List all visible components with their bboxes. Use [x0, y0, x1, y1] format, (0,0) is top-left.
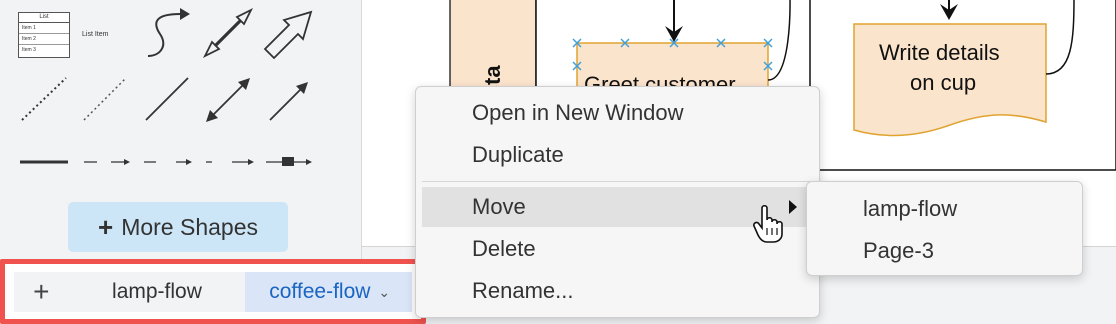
curved-arrow-shape[interactable]	[147, 8, 190, 57]
plus-icon: +	[98, 211, 114, 242]
dotted-line-shape[interactable]	[21, 77, 67, 121]
directional-arrow-shape[interactable]	[269, 82, 308, 121]
menu-rename[interactable]: Rename...	[422, 271, 813, 311]
page-context-menu: Open in New Window Duplicate Move Delete…	[415, 86, 820, 318]
shape-gallery	[20, 7, 313, 166]
menu-open-in-new-window[interactable]: Open in New Window	[422, 93, 813, 133]
more-shapes-button[interactable]: + More Shapes	[68, 202, 288, 252]
dotted-line-thin-shape[interactable]	[83, 77, 127, 121]
add-page-icon[interactable]: +	[14, 272, 69, 312]
submenu-item-lamp-flow[interactable]: lamp-flow	[863, 196, 957, 222]
labeled-connector-shape[interactable]	[84, 158, 130, 165]
line-shape[interactable]	[145, 77, 189, 121]
write-details-line2: on cup	[910, 70, 976, 95]
bidirectional-arrow-shape[interactable]	[206, 78, 250, 122]
menu-divider	[422, 181, 813, 182]
hand-cursor-icon	[753, 204, 783, 243]
tab-coffee-flow-label: coffee-flow	[269, 280, 371, 303]
submenu-arrow-icon	[789, 200, 797, 214]
move-submenu: lamp-flow Page-3	[806, 181, 1083, 276]
labeled-connector-2-shape[interactable]	[144, 158, 192, 165]
page-tabs-bar: + lamp-flow coffee-flow ⌄	[0, 259, 426, 324]
menu-duplicate[interactable]: Duplicate	[422, 135, 813, 175]
tab-lamp-flow[interactable]: lamp-flow	[69, 272, 246, 312]
tab-coffee-flow[interactable]: coffee-flow ⌄	[245, 272, 413, 312]
more-shapes-label: More Shapes	[121, 213, 258, 240]
message-connector-shape[interactable]	[266, 157, 312, 166]
chevron-down-icon[interactable]: ⌄	[378, 272, 390, 312]
double-arrow-shape[interactable]	[202, 7, 254, 59]
labeled-connector-3-shape[interactable]	[206, 158, 254, 165]
menu-move-label: Move	[472, 194, 526, 219]
submenu-item-page-3[interactable]: Page-3	[863, 238, 934, 264]
outline-arrow-shape[interactable]	[263, 10, 313, 60]
write-details-line1: Write details	[879, 40, 1000, 65]
